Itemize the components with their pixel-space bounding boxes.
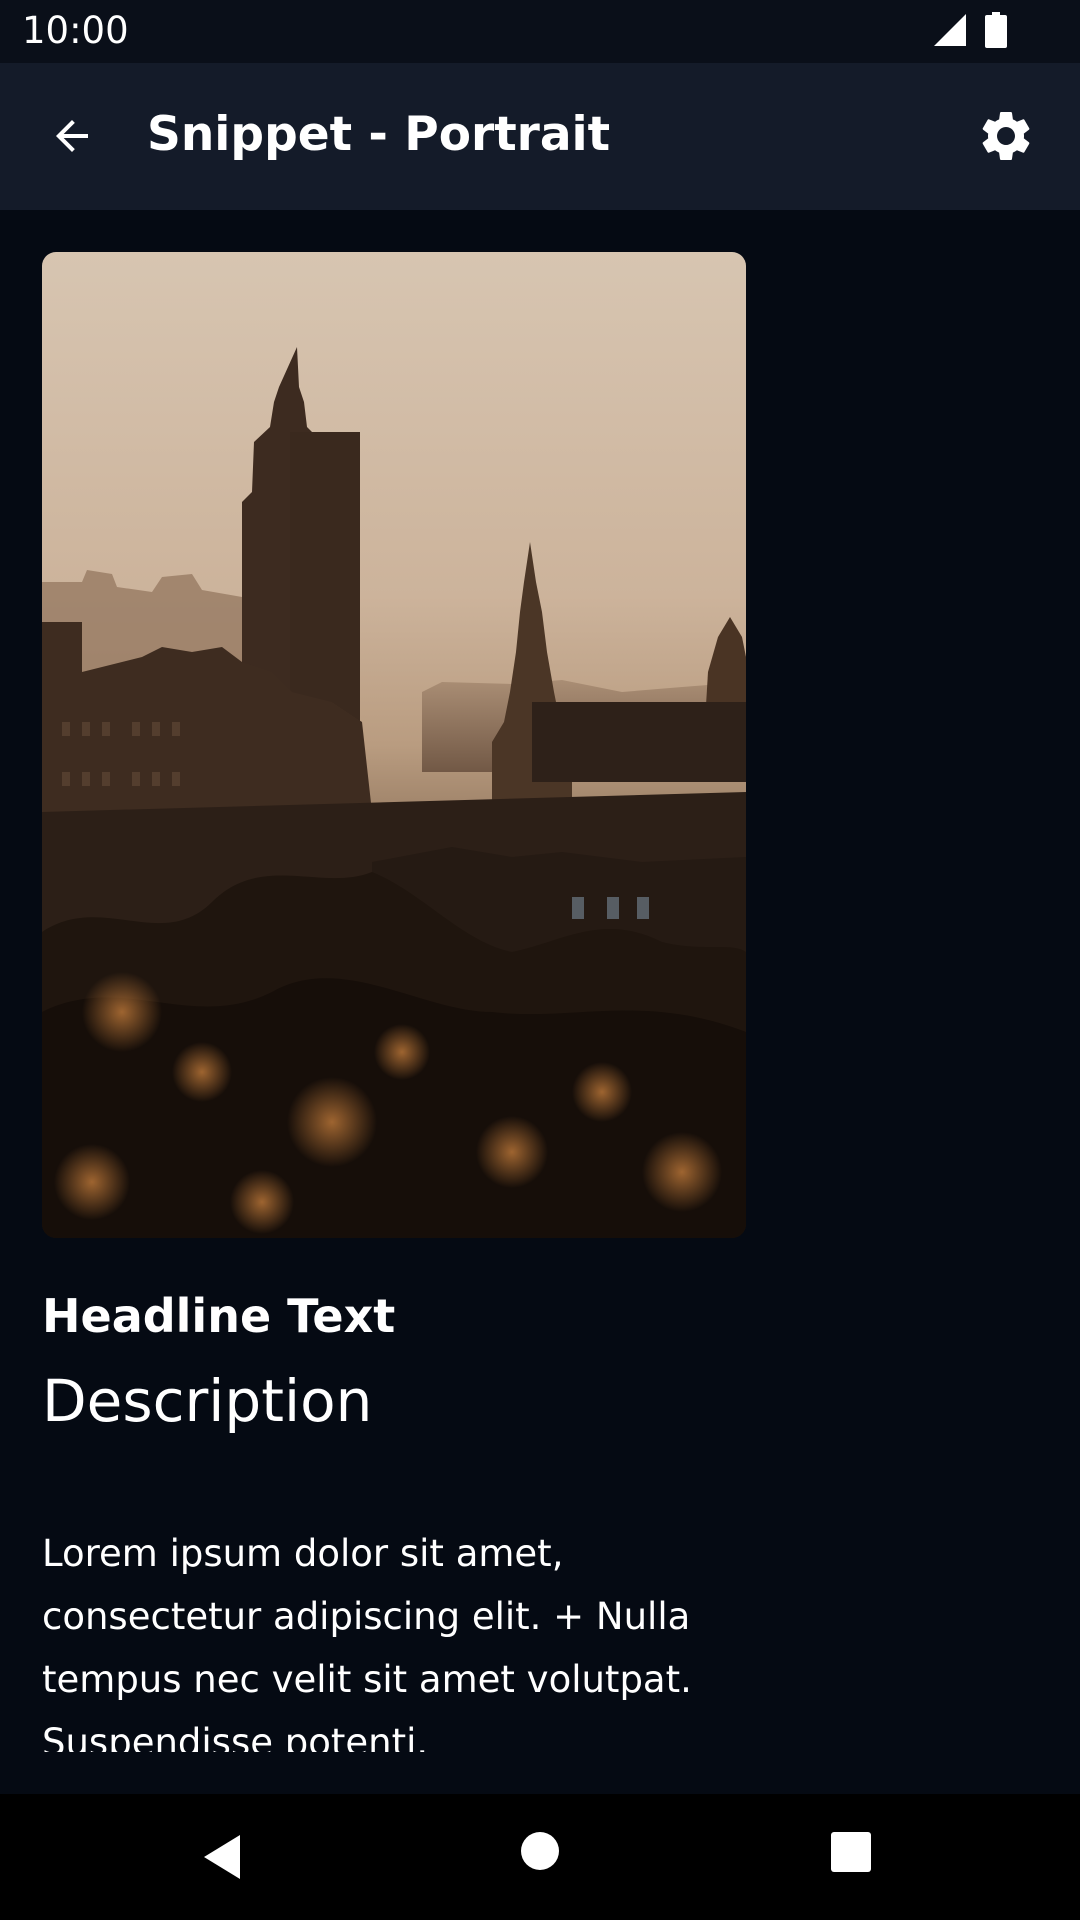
headline-text: Headline Text — [42, 1289, 396, 1343]
body-text: Lorem ipsum dolor sit amet, consectetur … — [42, 1532, 692, 1752]
status-time: 10:00 — [22, 9, 129, 52]
settings-button[interactable] — [970, 100, 1042, 172]
arrow-back-icon — [56, 120, 88, 152]
back-button[interactable] — [36, 100, 108, 172]
screen: 10:00 Snippet - Portrait Headline Text D… — [0, 0, 1080, 1920]
battery-icon — [985, 12, 1007, 48]
app-bar: Snippet - Portrait — [0, 63, 1080, 210]
navigation-bar — [0, 1794, 1080, 1920]
status-bar: 10:00 — [0, 0, 1080, 63]
nav-recents-icon[interactable] — [830, 1831, 872, 1873]
nav-back-icon[interactable] — [200, 1831, 248, 1883]
signal-icon — [934, 14, 966, 46]
page-title: Snippet - Portrait — [147, 107, 611, 162]
image-card[interactable] — [42, 252, 746, 1238]
city-skyline-photo — [42, 252, 746, 1238]
gear-icon — [982, 111, 1030, 160]
description-text: Description — [42, 1367, 373, 1435]
nav-home-icon[interactable] — [520, 1831, 560, 1871]
